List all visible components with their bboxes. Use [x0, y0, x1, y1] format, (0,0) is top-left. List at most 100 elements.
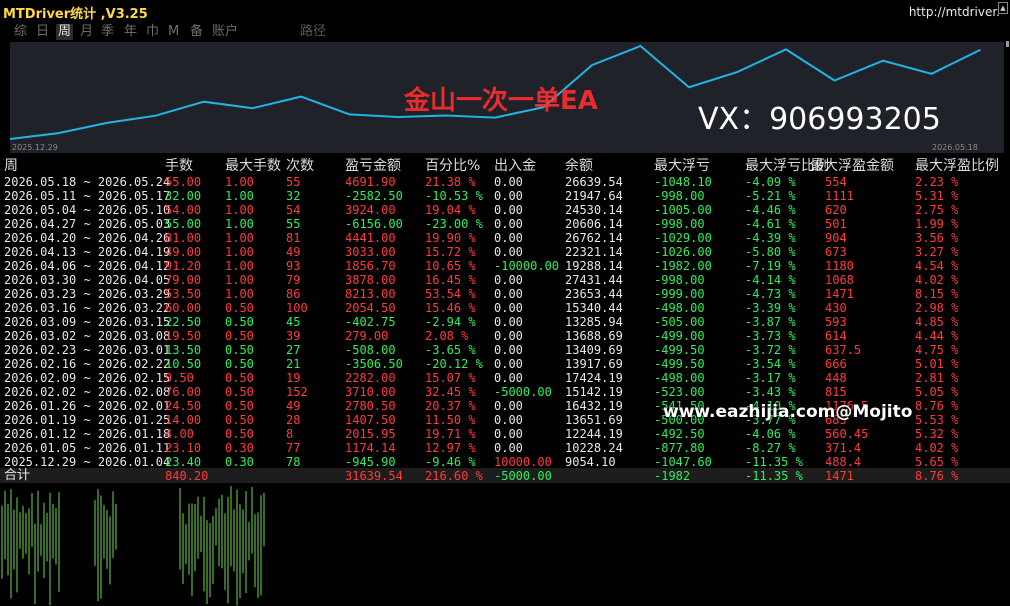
cell-pct: 12.97 % [425, 441, 476, 455]
table-row[interactable]: 2026.05.11 ~ 2026.05.17 32.00 1.00 32 -2582.… [0, 189, 1010, 203]
balance-point [688, 86, 690, 89]
balance-point [930, 72, 933, 75]
header-max-fp[interactable]: 最大浮盈金额 [810, 158, 894, 174]
cell-pnl: -2582.50 [345, 189, 403, 203]
cell-dd-pct: -4.46 % [745, 203, 796, 217]
balance-point [591, 64, 593, 66]
cell-max-lots: 0.50 [225, 371, 254, 385]
cell-week: 2026.05.18 ~ 2026.05.24 [4, 175, 171, 189]
cell-fp-pct: 4.02 % [915, 273, 959, 287]
table-row[interactable]: 2026.03.02 ~ 2026.03.08 19.50 0.50 39 279.00… [0, 329, 1010, 343]
cell-dd-pct: -11.35 % [745, 455, 803, 469]
table-row[interactable]: 2026.02.16 ~ 2026.02.22 10.50 0.50 21 -3506.… [0, 357, 1010, 371]
cell-pnl: 2054.50 [345, 301, 396, 315]
cell-fp-pct: 5.31 % [915, 189, 959, 203]
table-row[interactable]: 2026.03.30 ~ 2026.04.05 79.00 1.00 79 3878.0… [0, 273, 1010, 287]
cell-count: 79 [286, 273, 301, 287]
cell-max-lots: 1.00 [225, 189, 254, 203]
cell-week: 2026.04.13 ~ 2026.04.19 [4, 245, 171, 259]
tab-magic[interactable]: M [168, 24, 179, 40]
cell-balance: 10228.24 [565, 441, 623, 455]
table-row[interactable]: 2026.05.04 ~ 2026.05.10 54.00 1.00 54 3924.0… [0, 203, 1010, 217]
cell-io: 0.00 [494, 175, 523, 189]
tab-account[interactable]: 账户 [212, 24, 238, 40]
cell-balance: 13917.69 [565, 357, 623, 371]
cell-pct: -2.94 % [425, 315, 476, 329]
balance-point [348, 113, 351, 116]
cell-balance: 13651.69 [565, 413, 623, 427]
table-row[interactable]: 2026.04.20 ~ 2026.04.26 81.00 1.00 81 4441.0… [0, 231, 1010, 245]
header-week[interactable]: 周 [4, 158, 18, 174]
header-io[interactable]: 出入金 [494, 158, 536, 174]
contact-overlay: VX：906993205 [698, 102, 941, 137]
cell-lots: 60.00 [165, 301, 202, 315]
table-row[interactable]: 2026.04.13 ~ 2026.04.19 49.00 1.00 49 3033.0… [0, 245, 1010, 259]
header-balance[interactable]: 余额 [565, 158, 593, 174]
cell-pnl: 1407.50 [345, 413, 396, 427]
header-max-dd[interactable]: 最大浮亏 [654, 158, 710, 174]
cell-week: 2026.05.04 ~ 2026.05.10 [4, 203, 171, 217]
cell-dd-pct: -8.27 % [745, 441, 796, 455]
cell-balance: 15142.19 [565, 385, 623, 399]
tab-path[interactable]: 路径 [300, 24, 326, 40]
cell-dd-pct: -4.06 % [745, 427, 796, 441]
table-row[interactable]: 2026.04.27 ~ 2026.05.03 55.00 1.00 55 -6156.… [0, 217, 1010, 231]
tab-comment[interactable]: 备 [190, 24, 203, 40]
cell-fp-pct: 4.75 % [915, 343, 959, 357]
table-row[interactable]: 2026.02.23 ~ 2026.03.01 13.50 0.50 27 -508.0… [0, 343, 1010, 357]
total-pct: 216.60 % [425, 469, 483, 483]
cell-count: 21 [286, 357, 301, 371]
cell-week: 2026.04.27 ~ 2026.05.03 [4, 217, 171, 231]
cell-balance: 22321.14 [565, 245, 623, 259]
scroll-up-icon[interactable]: ▲ [998, 2, 1008, 14]
tab-week[interactable]: 周 [56, 24, 74, 40]
cell-pnl: -402.75 [345, 315, 396, 329]
cell-dd-pct: -4.14 % [745, 273, 796, 287]
header-pnl[interactable]: 盈亏金额 [345, 158, 401, 174]
cell-io: 0.00 [494, 301, 523, 315]
cell-fp-pct: 3.56 % [915, 231, 959, 245]
table-row[interactable]: 2026.03.09 ~ 2026.03.15 22.50 0.50 45 -402.7… [0, 315, 1010, 329]
website-link[interactable]: http://mtdriver. [909, 5, 1000, 19]
table-row[interactable]: 2026.02.02 ~ 2026.02.08 76.00 0.50 152 3710.… [0, 385, 1010, 399]
cell-count: 86 [286, 287, 301, 301]
cell-pnl: 8213.00 [345, 287, 396, 301]
cell-pnl: 2015.95 [345, 427, 396, 441]
table-row[interactable]: 2026.04.06 ~ 2026.04.12 91.20 1.00 93 1856.7… [0, 259, 1010, 273]
table-row[interactable]: 2026.03.23 ~ 2026.03.29 53.50 1.00 86 8213.0… [0, 287, 1010, 301]
tab-overview[interactable]: 综 [14, 24, 27, 40]
tab-year[interactable]: 年 [124, 24, 137, 40]
header-count[interactable]: 次数 [286, 158, 314, 174]
table-row[interactable]: 2026.05.18 ~ 2026.05.24 55.00 1.00 55 4691.9… [0, 175, 1010, 189]
tab-month[interactable]: 月 [80, 24, 93, 40]
tab-day[interactable]: 日 [36, 24, 49, 40]
cell-count: 54 [286, 203, 301, 217]
table-row[interactable]: 2026.02.09 ~ 2026.02.15 9.50 0.50 19 2282.00… [0, 371, 1010, 385]
header-fp-pct[interactable]: 最大浮盈比例 [915, 158, 999, 174]
balance-point [833, 79, 836, 82]
table-row[interactable]: 2026.03.16 ~ 2026.03.22 60.00 0.50 100 2054.… [0, 301, 1010, 315]
table-row[interactable]: 2026.01.12 ~ 2026.01.18 4.00 0.50 8 2015.95 1… [0, 427, 1010, 441]
cell-io: 0.00 [494, 189, 523, 203]
table-row[interactable]: 2026.01.05 ~ 2026.01.11 23.10 0.30 77 1174.1… [0, 441, 1010, 455]
tab-symbol[interactable]: 巾 [146, 24, 159, 40]
balance-point [397, 116, 399, 118]
cell-max-dd: -1047.60 [654, 455, 712, 469]
scrollbar-thumb[interactable] [1006, 41, 1009, 47]
header-max-lots[interactable]: 最大手数 [225, 158, 281, 174]
cell-pct: 15.46 % [425, 301, 476, 315]
header-lots[interactable]: 手数 [165, 158, 193, 174]
balance-point [979, 49, 981, 51]
header-pct[interactable]: 百分比% [425, 158, 480, 174]
cell-lots: 91.20 [165, 259, 202, 273]
tab-quarter[interactable]: 季 [101, 24, 114, 40]
cell-max-lots: 1.00 [225, 259, 254, 273]
total-max-dd: -1982 [654, 469, 691, 483]
cell-pct: 2.08 % [425, 329, 469, 343]
table-row[interactable]: 2025.12.29 ~ 2026.01.04 23.40 0.30 78 -945.9… [0, 455, 1010, 469]
cell-io: 0.00 [494, 413, 523, 427]
app-title: MTDriver统计 ,V3.25 [3, 7, 148, 22]
cell-pnl: 1856.70 [345, 259, 396, 273]
cell-max-fp: 1111 [825, 189, 854, 203]
cell-balance: 17424.19 [565, 371, 623, 385]
